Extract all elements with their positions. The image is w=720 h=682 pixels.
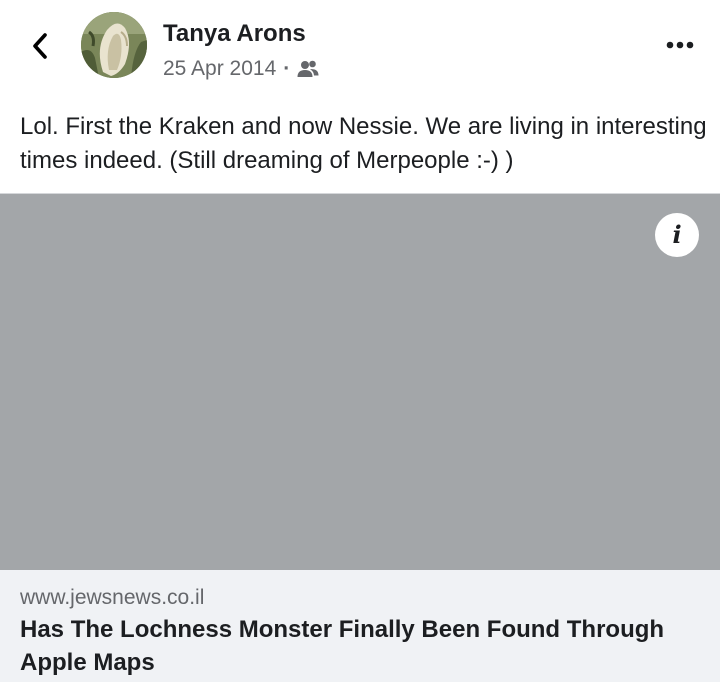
chevron-left-icon: [33, 33, 47, 59]
avatar-photo: [81, 12, 147, 78]
link-domain: www.jewsnews.co.il: [20, 586, 205, 609]
link-preview-image[interactable]: i: [0, 194, 720, 570]
link-preview-footer[interactable]: www.jewsnews.co.il Has The Lochness Mons…: [0, 570, 720, 682]
info-button[interactable]: i: [655, 213, 699, 257]
post-meta: 25 Apr 2014 ·: [163, 55, 319, 83]
info-icon: i: [672, 220, 682, 249]
avatar[interactable]: [81, 12, 147, 78]
link-title: Has The Lochness Monster Finally Been Fo…: [20, 616, 665, 676]
friends-icon[interactable]: [297, 58, 319, 80]
post-date[interactable]: 25 Apr 2014: [163, 57, 276, 81]
more-horizontal-icon: [666, 41, 694, 49]
post-text: Lol. First the Kraken and now Nessie. We…: [20, 113, 707, 174]
author-name[interactable]: Tanya Arons: [163, 18, 306, 50]
post-screen: Tanya Arons 25 Apr 2014 · Lol. First the…: [0, 0, 720, 682]
meta-separator: ·: [283, 57, 291, 80]
link-preview-card[interactable]: i www.jewsnews.co.il Has The Lochness Mo…: [0, 193, 720, 682]
more-options-button[interactable]: [660, 30, 700, 60]
back-button[interactable]: [22, 26, 58, 66]
post-header: Tanya Arons 25 Apr 2014 ·: [0, 0, 720, 92]
